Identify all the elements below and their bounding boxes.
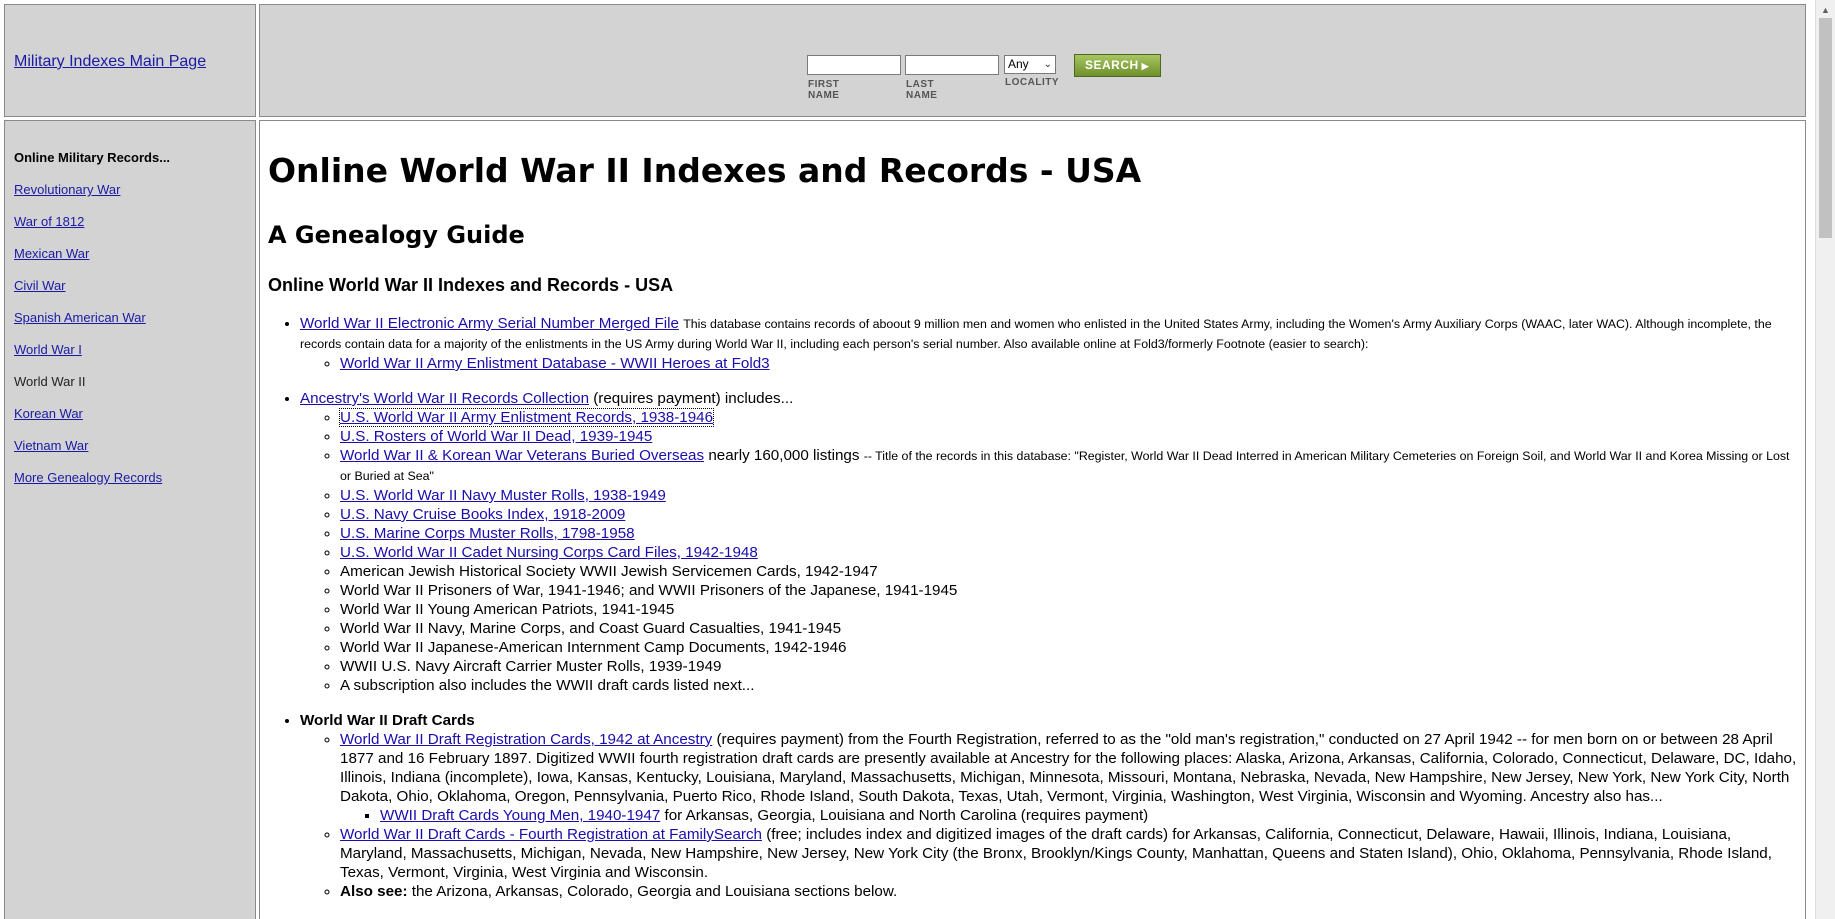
marine-corps-muster-rolls-link[interactable]: U.S. Marine Corps Muster Rolls, 1798-195… [340,525,635,542]
list-item: World War II Navy, Marine Corps, and Coa… [340,619,1800,638]
list-item: World War II Draft Cards World War II Dr… [300,711,1800,901]
cadet-nursing-corps-link[interactable]: U.S. World War II Cadet Nursing Corps Ca… [340,544,758,561]
scroll-up-icon[interactable]: ▲ [1821,5,1830,15]
military-indexes-main-link[interactable]: Military Indexes Main Page [14,53,206,71]
draft-cards-familysearch-link[interactable]: World War II Draft Cards - Fourth Regist… [340,826,762,843]
sidebar-title: Online Military Records... [14,150,171,165]
sidebar: Online Military Records... Revolutionary… [4,120,256,919]
army-enlistment-records-link[interactable]: U.S. World War II Army Enlistment Record… [338,408,715,427]
list-item: U.S. Marine Corps Muster Rolls, 1798-195… [340,524,1800,543]
list-item: U.S. Rosters of World War II Dead, 1939-… [340,427,1800,446]
sidebar-item-war-of-1812[interactable]: War of 1812 [14,214,84,229]
list-item: U.S. World War II Army Enlistment Record… [338,408,1800,427]
records-list: World War II Electronic Army Serial Numb… [260,314,1800,901]
sidebar-item-civil-war[interactable]: Civil War [14,278,66,293]
list-item: U.S. World War II Navy Muster Rolls, 193… [340,486,1800,505]
also-see-text: the Arizona, Arkansas, Colorado, Georgia… [411,883,898,900]
page-subtitle: A Genealogy Guide [268,221,525,249]
list-item: American Jewish Historical Society WWII … [340,562,1800,581]
search-button[interactable]: SEARCH ▶ [1074,54,1161,77]
first-name-label: FIRST NAME [808,79,840,101]
sidebar-item-korean-war[interactable]: Korean War [14,406,83,421]
navy-cruise-books-link[interactable]: U.S. Navy Cruise Books Index, 1918-2009 [340,506,625,523]
listings-count: nearly 160,000 listings [708,447,860,464]
list-item: World War II Army Enlistment Database - … [340,354,1800,373]
header-search-panel: FIRST NAME LAST NAME Any ⌄ LOCALITY SEAR… [259,4,1806,117]
scrollbar-thumb[interactable] [1819,18,1832,238]
list-item: U.S. World War II Cadet Nursing Corps Ca… [340,543,1800,562]
page-title: Online World War II Indexes and Records … [268,151,1142,190]
sidebar-item-world-war-i[interactable]: World War I [14,342,82,357]
records-list-container: World War II Electronic Army Serial Numb… [260,314,1800,917]
list-item: Ancestry's World War II Records Collecti… [300,389,1800,695]
chevron-down-icon: ⌄ [1043,59,1052,70]
list-item: WWII U.S. Navy Aircraft Carrier Muster R… [340,657,1800,676]
list-item: World War II & Korean War Veterans Burie… [340,446,1800,486]
list-item: World War II Draft Registration Cards, 1… [340,730,1800,825]
wwii-heroes-fold3-link[interactable]: World War II Army Enlistment Database - … [340,355,770,372]
list-item: U.S. Navy Cruise Books Index, 1918-2009 [340,505,1800,524]
sidebar-item-vietnam-war[interactable]: Vietnam War [14,438,88,453]
sidebar-item-more-genealogy-records[interactable]: More Genealogy Records [14,470,162,485]
sidebar-item-revolutionary-war[interactable]: Revolutionary War [14,182,120,197]
sub-sub-list: WWII Draft Cards Young Men, 1940-1947 fo… [340,806,1800,825]
army-serial-number-file-link[interactable]: World War II Electronic Army Serial Numb… [300,315,679,332]
veterans-buried-overseas-link[interactable]: World War II & Korean War Veterans Burie… [340,447,704,464]
sidebar-item-world-war-ii: World War II [14,374,86,389]
arrow-right-icon: ▶ [1141,61,1150,71]
search-button-label: SEARCH [1085,58,1139,72]
rosters-wwii-dead-link[interactable]: U.S. Rosters of World War II Dead, 1939-… [340,428,652,445]
draft-cards-title: World War II Draft Cards [300,712,475,729]
navy-muster-rolls-link[interactable]: U.S. World War II Navy Muster Rolls, 193… [340,487,666,504]
young-men-description: for Arkansas, Georgia, Louisiana and Nor… [664,807,1149,824]
draft-cards-young-men-link[interactable]: WWII Draft Cards Young Men, 1940-1947 [380,807,660,824]
first-name-input[interactable] [807,55,901,75]
list-item: World War II Prisoners of War, 1941-1946… [340,581,1800,600]
ancestry-wwii-collection-link[interactable]: Ancestry's World War II Records Collecti… [300,390,589,407]
draft-registration-ancestry-link[interactable]: World War II Draft Registration Cards, 1… [340,731,712,748]
sidebar-item-mexican-war[interactable]: Mexican War [14,246,89,261]
list-item: World War II Young American Patriots, 19… [340,600,1800,619]
header-left-panel: Military Indexes Main Page [4,4,256,117]
vertical-scrollbar[interactable]: ▲ [1815,0,1835,919]
list-item: Also see: the Arizona, Arkansas, Colorad… [340,882,1800,901]
locality-select[interactable]: Any ⌄ [1004,55,1056,74]
sub-list: U.S. World War II Army Enlistment Record… [300,408,1800,695]
list-item: A subscription also includes the WWII dr… [340,676,1800,695]
last-name-label: LAST NAME [906,79,938,101]
list-item: World War II Japanese-American Internmen… [340,638,1800,657]
section-heading: Online World War II Indexes and Records … [268,275,674,295]
sub-list: World War II Army Enlistment Database - … [300,354,1800,373]
list-item: WWII Draft Cards Young Men, 1940-1947 fo… [380,806,1800,825]
sidebar-item-spanish-american-war[interactable]: Spanish American War [14,310,146,325]
sub-list: World War II Draft Registration Cards, 1… [300,730,1800,901]
list-item: World War II Draft Cards - Fourth Regist… [340,825,1800,882]
locality-value: Any [1008,57,1029,71]
last-name-input[interactable] [905,55,999,75]
locality-label: LOCALITY [1005,77,1059,88]
also-see-label: Also see: [340,883,408,900]
main-content: Online World War II Indexes and Records … [259,120,1806,919]
ancestry-requires-payment-text: (requires payment) includes... [593,390,794,407]
list-item: World War II Electronic Army Serial Numb… [300,314,1800,373]
